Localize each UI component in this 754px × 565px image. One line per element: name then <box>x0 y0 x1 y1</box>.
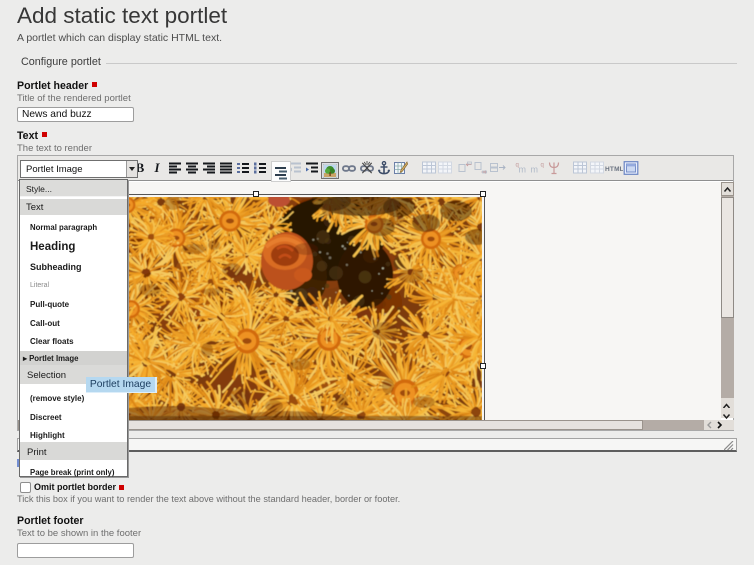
svg-text:m: m <box>518 165 526 175</box>
svg-text:m: m <box>531 165 539 175</box>
svg-text:HTML: HTML <box>605 166 623 173</box>
svg-text:q: q <box>515 163 518 169</box>
svg-text:q: q <box>541 163 544 169</box>
